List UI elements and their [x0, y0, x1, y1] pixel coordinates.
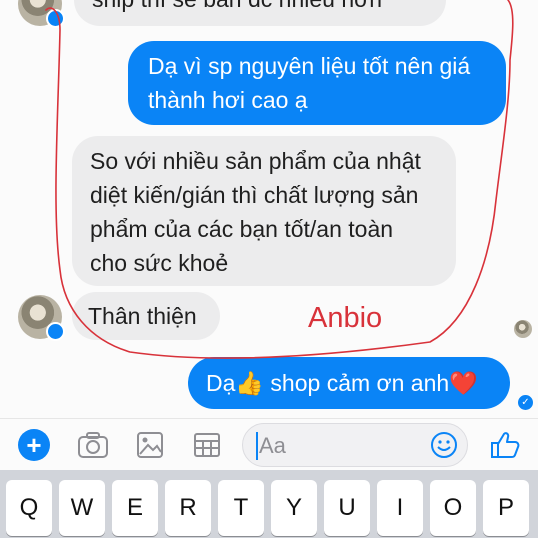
text-caret	[256, 432, 258, 460]
message-text: Dạ👍 shop cảm ơn anh❤️	[206, 370, 478, 396]
key-t[interactable]: T	[218, 480, 264, 536]
emoji-icon[interactable]	[429, 430, 459, 460]
message-text-line: Dạ vì sp nguyên liệu tốt nên giá	[148, 53, 471, 79]
message-text-line: cho sức khoẻ	[90, 250, 229, 276]
chat-thread: ship thì sẽ bán đc nhiều hơn Dạ vì sp ng…	[0, 0, 538, 420]
messenger-badge-icon	[46, 322, 65, 341]
incoming-message[interactable]: ship thì sẽ bán đc nhiều hơn	[74, 0, 446, 26]
incoming-message[interactable]: So với nhiều sản phẩm của nhật diệt kiến…	[72, 136, 456, 286]
incoming-message[interactable]: Thân thiện	[72, 292, 220, 340]
plus-icon[interactable]: +	[18, 429, 50, 461]
sticker-icon[interactable]	[190, 428, 224, 462]
outgoing-message[interactable]: Dạ vì sp nguyên liệu tốt nên giá thành h…	[128, 41, 506, 125]
annotation-label: Anbio	[308, 302, 383, 334]
key-q[interactable]: Q	[6, 480, 52, 536]
message-text: Thân thiện	[88, 303, 197, 329]
key-u[interactable]: U	[324, 480, 370, 536]
message-text: ship thì sẽ bán đc nhiều hơn	[92, 0, 428, 16]
key-p[interactable]: P	[483, 480, 529, 536]
message-text-line: diệt kiến/gián thì chất lượng sản	[90, 182, 419, 208]
key-o[interactable]: O	[430, 480, 476, 536]
key-y[interactable]: Y	[271, 480, 317, 536]
on-screen-keyboard: Q W E R T Y U I O P	[0, 470, 538, 538]
message-text-line: phẩm của các bạn tốt/an toàn	[90, 216, 394, 242]
message-text-line: thành hơi cao ạ	[148, 87, 308, 113]
like-icon[interactable]	[488, 428, 522, 462]
message-input[interactable]: Aa	[242, 423, 468, 467]
key-w[interactable]: W	[59, 480, 105, 536]
contact-avatar[interactable]	[18, 295, 65, 341]
key-r[interactable]: R	[165, 480, 211, 536]
message-placeholder: Aa	[259, 433, 286, 458]
key-i[interactable]: I	[377, 480, 423, 536]
gallery-icon[interactable]	[133, 428, 167, 462]
delivered-check-icon: ✓	[518, 395, 533, 410]
message-text-line: So với nhiều sản phẩm của nhật	[90, 148, 421, 174]
contact-avatar[interactable]	[18, 0, 65, 28]
composer-bar: + Aa	[0, 418, 538, 471]
key-e[interactable]: E	[112, 480, 158, 536]
camera-icon[interactable]	[76, 428, 110, 462]
outgoing-message[interactable]: Dạ👍 shop cảm ơn anh❤️	[188, 357, 510, 409]
seen-avatar-icon	[514, 320, 532, 338]
messenger-badge-icon	[46, 9, 65, 28]
